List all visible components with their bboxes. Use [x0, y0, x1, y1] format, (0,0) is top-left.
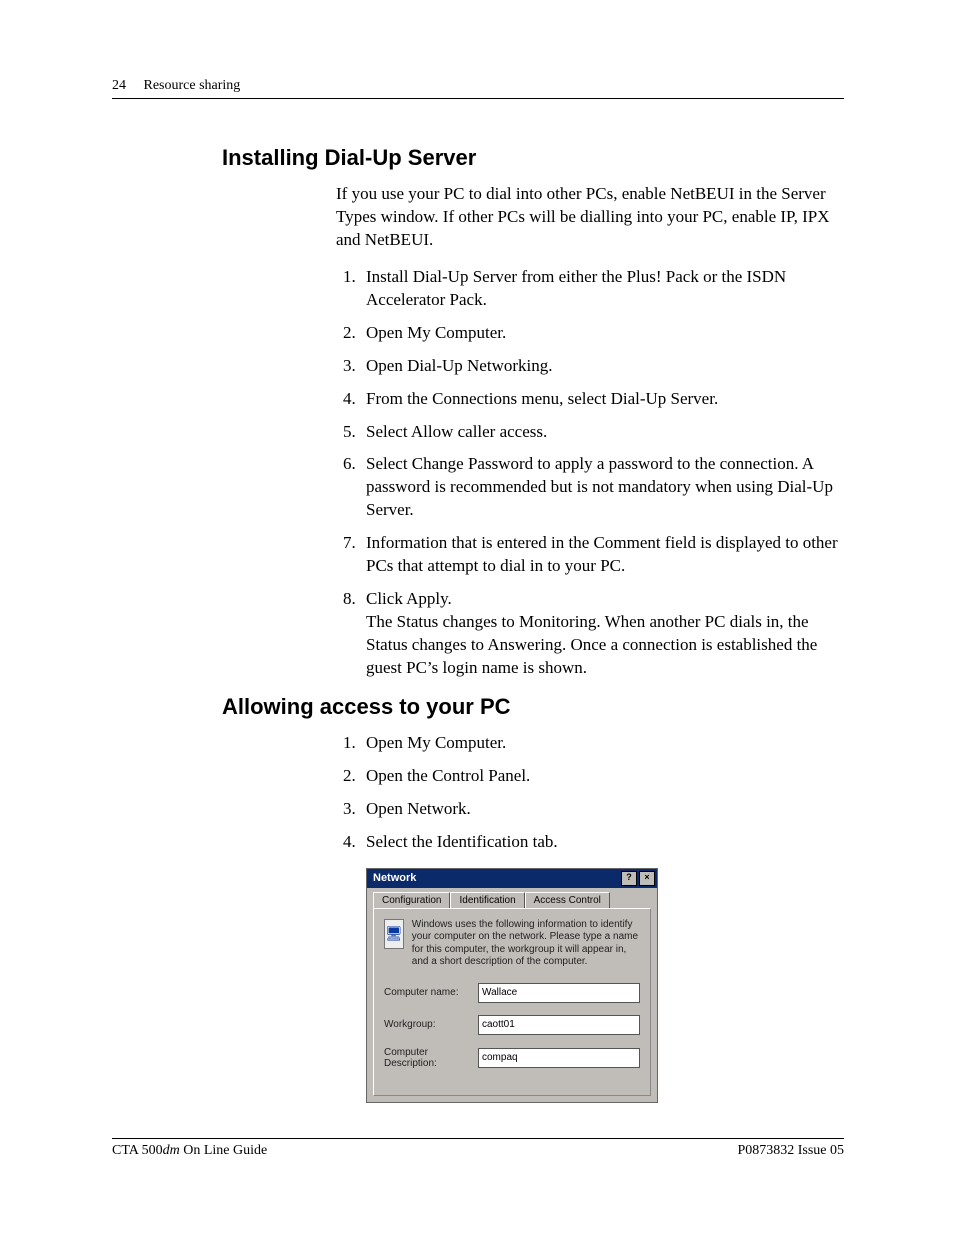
- workgroup-field[interactable]: [478, 1015, 640, 1035]
- footer-left: CTA 500dm On Line Guide: [112, 1143, 267, 1159]
- tab-identification[interactable]: Identification: [450, 892, 524, 908]
- tab-access-control[interactable]: Access Control: [525, 892, 610, 908]
- row-computer-name: Computer name:: [384, 983, 640, 1003]
- computer-description-field[interactable]: [478, 1048, 640, 1068]
- page: 24 Resource sharing Installing Dial-Up S…: [0, 0, 954, 1103]
- dialog-titlebar: Network ? ×: [367, 869, 657, 888]
- step: Open Dial-Up Networking.: [360, 355, 844, 378]
- tab-configuration[interactable]: Configuration: [373, 892, 450, 908]
- step: Open the Control Panel.: [360, 765, 844, 788]
- dialog-title: Network: [373, 872, 416, 884]
- label-workgroup: Workgroup:: [384, 1019, 472, 1030]
- computer-name-field[interactable]: [478, 983, 640, 1003]
- page-number: 24: [112, 78, 126, 94]
- footer-left-suffix: On Line Guide: [180, 1143, 267, 1158]
- step: Open My Computer.: [360, 732, 844, 755]
- header-section: Resource sharing: [144, 78, 241, 93]
- step: Install Dial-Up Server from either the P…: [360, 266, 844, 312]
- close-icon[interactable]: ×: [639, 871, 655, 886]
- network-dialog-screenshot: Network ? × Configuration Identification…: [366, 868, 844, 1103]
- step: Select the Identification tab.: [360, 831, 844, 854]
- footer-left-italic: dm: [163, 1143, 180, 1158]
- section2-steps: Open My Computer. Open the Control Panel…: [336, 732, 844, 854]
- section1-body: If you use your PC to dial into other PC…: [336, 183, 844, 680]
- heading-allowing-access: Allowing access to your PC: [112, 694, 844, 720]
- row-workgroup: Workgroup:: [384, 1015, 640, 1035]
- step: Select Allow caller access.: [360, 421, 844, 444]
- footer-right: P0873832 Issue 05: [737, 1143, 844, 1159]
- section1-steps: Install Dial-Up Server from either the P…: [336, 266, 844, 680]
- step-subtext: The Status changes to Monitoring. When a…: [366, 611, 844, 680]
- section1-intro: If you use your PC to dial into other PC…: [336, 183, 844, 252]
- running-header: 24 Resource sharing: [112, 78, 844, 99]
- step: Information that is entered in the Comme…: [360, 532, 844, 578]
- page-footer: CTA 500dm On Line Guide P0873832 Issue 0…: [112, 1138, 844, 1159]
- footer-left-prefix: CTA 500: [112, 1143, 163, 1158]
- heading-installing: Installing Dial-Up Server: [112, 145, 844, 171]
- step: From the Connections menu, select Dial-U…: [360, 388, 844, 411]
- network-dialog: Network ? × Configuration Identification…: [366, 868, 658, 1103]
- step-text: Click Apply.: [366, 589, 452, 608]
- info-text: Windows uses the following information t…: [412, 919, 640, 969]
- step: Open My Computer.: [360, 322, 844, 345]
- label-computer-name: Computer name:: [384, 987, 472, 998]
- section2-body: Open My Computer. Open the Control Panel…: [336, 732, 844, 854]
- step: Select Change Password to apply a passwo…: [360, 453, 844, 522]
- info-row: 🖥 Windows uses the following information…: [384, 919, 640, 969]
- row-computer-description: Computer Description:: [384, 1047, 640, 1069]
- label-computer-description: Computer Description:: [384, 1047, 472, 1069]
- dialog-panel: 🖥 Windows uses the following information…: [373, 908, 651, 1096]
- step: Open Network.: [360, 798, 844, 821]
- computer-icon: 🖥: [384, 919, 404, 949]
- help-icon[interactable]: ?: [621, 871, 637, 886]
- dialog-tabs: Configuration Identification Access Cont…: [367, 888, 657, 908]
- step: Click Apply. The Status changes to Monit…: [360, 588, 844, 680]
